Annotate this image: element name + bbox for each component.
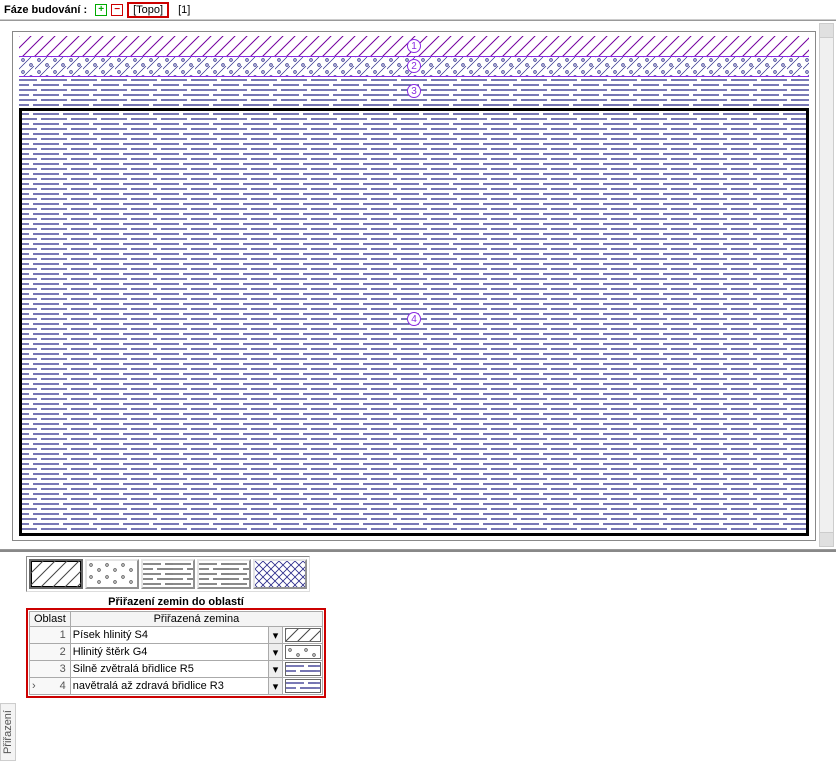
dropdown-icon: ▾ [268,661,282,677]
col-header-zemina[interactable]: Přiřazená zemina [70,612,322,627]
row-3-number[interactable]: 3 [30,661,71,678]
stage-toolbar: Fáze budování : + − [Topo] [1] [0,0,836,20]
row-4-number[interactable]: 4 [30,678,71,695]
add-stage-button[interactable]: + [95,4,107,16]
table-row: 2 Hlinitý štěrk G4 ▾ [30,644,323,661]
row-1-swatch[interactable] [285,628,321,642]
table-row: 1 Písek hlinitý S4 ▾ [30,627,323,644]
row-4-swatch[interactable] [285,679,321,693]
table-row: 4 navětralá až zdravá břidlice R3 ▾ [30,678,323,695]
region-label-1: 1 [407,39,421,53]
assignment-table: Oblast Přiřazená zemina 1 Písek hlinitý … [29,611,323,695]
drawing-viewport[interactable]: 1 2 3 4 [12,31,816,541]
row-1-soil-label: Písek hlinitý S4 [73,629,148,641]
assignment-title: Přiřazení zemin do oblastí [26,596,326,608]
dropdown-icon: ▾ [268,678,282,694]
stage-label: Fáze budování : [4,4,87,16]
remove-stage-button[interactable]: − [111,4,123,16]
pattern-swatch-row [26,556,310,592]
region-label-4: 4 [407,312,421,326]
dropdown-icon: ▾ [268,627,282,643]
row-2-soil-label: Hlinitý štěrk G4 [73,646,148,658]
row-1-number[interactable]: 1 [30,627,71,644]
region-label-3: 3 [407,84,421,98]
row-2-soil-combo[interactable]: Hlinitý štěrk G4 ▾ [71,644,282,660]
stage-topo-button[interactable]: [Topo] [127,2,169,18]
dropdown-icon: ▾ [268,644,282,660]
scroll-up-icon[interactable] [820,24,833,38]
row-4-soil-combo[interactable]: navětralá až zdravá břidlice R3 ▾ [71,678,282,694]
pattern-swatch-dots[interactable] [85,559,139,589]
assignment-side-tab[interactable]: Přiřazení [0,703,16,761]
region-label-2: 2 [407,59,421,73]
row-1-soil-combo[interactable]: Písek hlinitý S4 ▾ [71,627,282,643]
col-header-oblast[interactable]: Oblast [30,612,71,627]
row-3-soil-combo[interactable]: Silně zvětralá břidlice R5 ▾ [71,661,282,677]
stage-1-button[interactable]: [1] [173,2,195,18]
pattern-swatch-cross[interactable] [253,559,307,589]
pattern-swatch-hatch[interactable] [29,559,83,589]
table-row: 3 Silně zvětralá břidlice R5 ▾ [30,661,323,678]
row-2-number[interactable]: 2 [30,644,71,661]
viewport-scrollbar[interactable] [819,23,834,547]
assignment-panel: Přiřazení Přiřazení zemin do oblastí Obl… [0,550,836,765]
assignment-table-highlight: Oblast Přiřazená zemina 1 Písek hlinitý … [26,608,326,698]
row-2-swatch[interactable] [285,645,321,659]
row-4-soil-label: navětralá až zdravá břidlice R3 [73,680,224,692]
pattern-swatch-hdash-2[interactable] [197,559,251,589]
row-3-soil-label: Silně zvětralá břidlice R5 [73,663,194,675]
scroll-down-icon[interactable] [820,532,833,546]
row-3-swatch[interactable] [285,662,321,676]
drawing-viewport-container: 1 2 3 4 [0,20,836,550]
pattern-swatch-hdash-1[interactable] [141,559,195,589]
